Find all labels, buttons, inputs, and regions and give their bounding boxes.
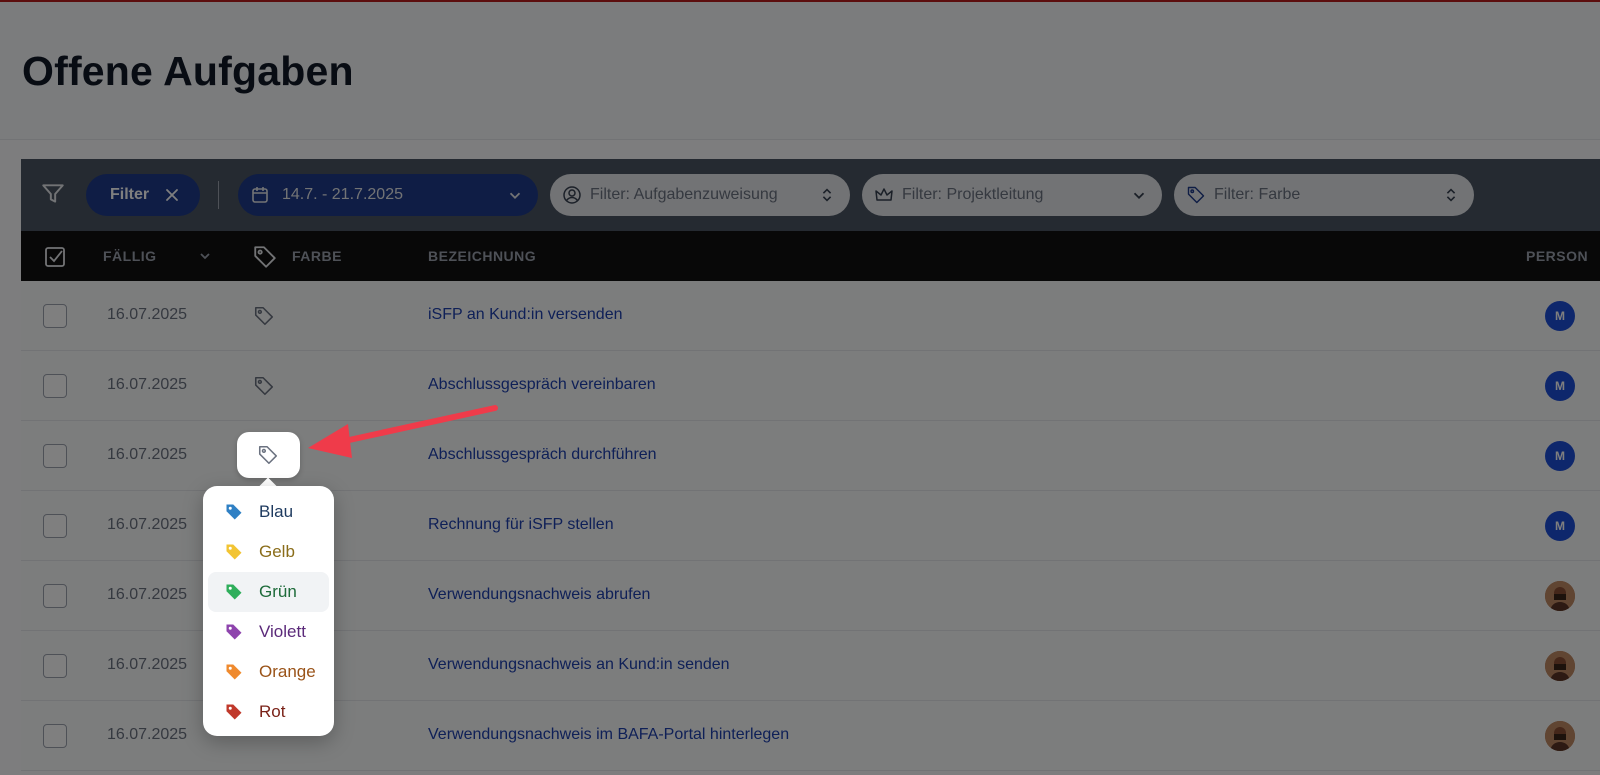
color-option-label: Violett (259, 622, 306, 641)
annotation-arrow (308, 405, 498, 458)
color-option-violett[interactable]: Violett (208, 612, 329, 652)
color-option-label: Blau (259, 502, 294, 521)
color-option-label: Rot (259, 702, 286, 721)
color-option-gelb[interactable]: Gelb (208, 532, 329, 572)
tag-icon (226, 624, 242, 640)
tag-icon (226, 544, 242, 560)
color-option-blau[interactable]: Blau (208, 492, 329, 532)
tag-icon (258, 445, 278, 465)
tag-icon (226, 664, 242, 680)
active-color-tag-button[interactable] (237, 432, 300, 478)
tag-icon (226, 584, 242, 600)
color-option-label: Orange (259, 662, 316, 681)
color-option-rot[interactable]: Rot (208, 692, 329, 732)
color-option-gruen[interactable]: Grün (208, 572, 329, 612)
tag-icon (226, 504, 242, 520)
color-option-label: Gelb (259, 542, 295, 561)
tag-icon (226, 704, 242, 720)
color-option-label: Grün (259, 582, 297, 601)
color-option-orange[interactable]: Orange (208, 652, 329, 692)
color-picker-menu: Blau Gelb Grün Violett Orange Rot (203, 486, 334, 736)
